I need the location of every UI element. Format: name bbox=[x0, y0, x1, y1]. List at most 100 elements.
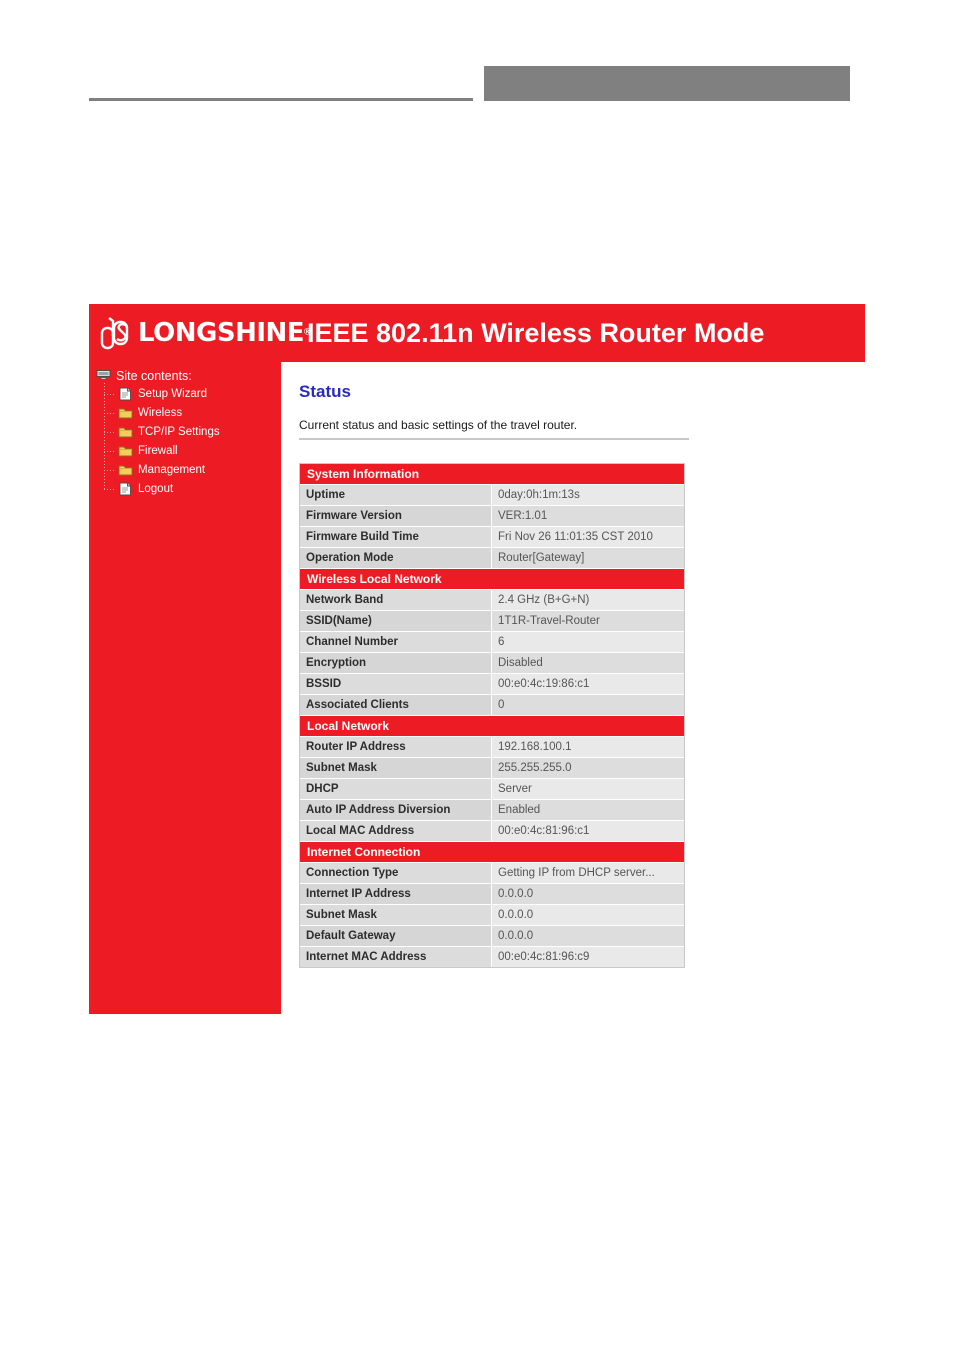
table-row: Network Band 2.4 GHz (B+G+N) bbox=[300, 590, 684, 611]
sidebar-item-label: Wireless bbox=[138, 407, 183, 419]
sidebar-item-setup-wizard[interactable]: Setup Wizard bbox=[104, 385, 281, 403]
table-row: Subnet Mask 0.0.0.0 bbox=[300, 905, 684, 926]
row-value: 0day:0h:1m:13s bbox=[492, 485, 684, 506]
table-row: SSID(Name) 1T1R-Travel-Router bbox=[300, 611, 684, 632]
brand-logo-text: LONGSHINE bbox=[138, 318, 305, 348]
sidebar-item-label: Setup Wizard bbox=[138, 388, 208, 400]
table-row: Channel Number 6 bbox=[300, 632, 684, 653]
table-row: Connection Type Getting IP from DHCP ser… bbox=[300, 863, 684, 884]
row-value: 0.0.0.0 bbox=[492, 905, 684, 926]
status-table: System Information Uptime 0day:0h:1m:13s… bbox=[299, 463, 685, 968]
row-value: 00:e0:4c:19:86:c1 bbox=[492, 674, 684, 695]
row-value: 1T1R-Travel-Router bbox=[492, 611, 684, 632]
sidebar-root-label: Site contents: bbox=[116, 369, 192, 383]
folder-icon bbox=[118, 446, 133, 457]
row-key: Operation Mode bbox=[300, 548, 492, 569]
content-divider bbox=[299, 438, 689, 440]
row-key: Associated Clients bbox=[300, 695, 492, 716]
row-value: Enabled bbox=[492, 800, 684, 821]
table-row: DHCP Server bbox=[300, 779, 684, 800]
sidebar-item-label: Management bbox=[138, 464, 206, 476]
row-key: Subnet Mask bbox=[300, 905, 492, 926]
table-row: Firmware Build Time Fri Nov 26 11:01:35 … bbox=[300, 527, 684, 548]
row-key: Internet IP Address bbox=[300, 884, 492, 905]
sidebar-item-wireless[interactable]: Wireless bbox=[104, 404, 281, 422]
row-value: 6 bbox=[492, 632, 684, 653]
row-value: Router[Gateway] bbox=[492, 548, 684, 569]
section-heading: Wireless Local Network bbox=[300, 569, 684, 590]
row-value: 192.168.100.1 bbox=[492, 737, 684, 758]
table-row: Internet IP Address 0.0.0.0 bbox=[300, 884, 684, 905]
row-value: 0.0.0.0 bbox=[492, 884, 684, 905]
page-header-gray-block bbox=[484, 66, 850, 101]
section-heading: Internet Connection bbox=[300, 842, 684, 863]
folder-icon bbox=[118, 408, 133, 419]
table-row: Firmware Version VER:1.01 bbox=[300, 506, 684, 527]
folder-icon bbox=[118, 427, 133, 438]
computer-icon bbox=[96, 370, 111, 380]
table-row: Subnet Mask 255.255.255.0 bbox=[300, 758, 684, 779]
sidebar-item-logout[interactable]: Logout bbox=[104, 480, 281, 498]
row-key: Network Band bbox=[300, 590, 492, 611]
row-key: Auto IP Address Diversion bbox=[300, 800, 492, 821]
row-key: Router IP Address bbox=[300, 737, 492, 758]
row-key: Firmware Build Time bbox=[300, 527, 492, 548]
sidebar-item-management[interactable]: Management bbox=[104, 461, 281, 479]
row-key: SSID(Name) bbox=[300, 611, 492, 632]
table-section-header: Wireless Local Network bbox=[300, 569, 684, 590]
table-row: Default Gateway 0.0.0.0 bbox=[300, 926, 684, 947]
row-value: 00:e0:4c:81:96:c9 bbox=[492, 947, 684, 967]
section-heading: Local Network bbox=[300, 716, 684, 737]
page-description: Current status and basic settings of the… bbox=[299, 418, 578, 432]
row-key: Connection Type bbox=[300, 863, 492, 884]
row-key: Firmware Version bbox=[300, 506, 492, 527]
page-icon bbox=[119, 387, 131, 401]
row-value: 00:e0:4c:81:96:c1 bbox=[492, 821, 684, 842]
table-row: Router IP Address 192.168.100.1 bbox=[300, 737, 684, 758]
row-value: 0 bbox=[492, 695, 684, 716]
sidebar-item-firewall[interactable]: Firewall bbox=[104, 442, 281, 460]
row-key: Local MAC Address bbox=[300, 821, 492, 842]
row-key: Default Gateway bbox=[300, 926, 492, 947]
sidebar-item-label: Firewall bbox=[138, 445, 178, 457]
table-row: BSSID 00:e0:4c:19:86:c1 bbox=[300, 674, 684, 695]
app-banner: LONGSHINE® IEEE 802.11n Wireless Router … bbox=[89, 304, 865, 362]
table-row: Uptime 0day:0h:1m:13s bbox=[300, 485, 684, 506]
table-row: Operation Mode Router[Gateway] bbox=[300, 548, 684, 569]
row-value: Server bbox=[492, 779, 684, 800]
row-value: 255.255.255.0 bbox=[492, 758, 684, 779]
longshine-logo-icon bbox=[100, 317, 129, 350]
page-header-rule bbox=[89, 98, 473, 101]
brand-logo: LONGSHINE® bbox=[89, 315, 311, 351]
row-value: 2.4 GHz (B+G+N) bbox=[492, 590, 684, 611]
table-section-header: Internet Connection bbox=[300, 842, 684, 863]
table-row: Local MAC Address 00:e0:4c:81:96:c1 bbox=[300, 821, 684, 842]
table-section-header: Local Network bbox=[300, 716, 684, 737]
section-heading: System Information bbox=[300, 464, 684, 485]
main-content: Status Current status and basic settings… bbox=[281, 362, 865, 1014]
row-value: VER:1.01 bbox=[492, 506, 684, 527]
row-value: Fri Nov 26 11:01:35 CST 2010 bbox=[492, 527, 684, 548]
table-row: Auto IP Address Diversion Enabled bbox=[300, 800, 684, 821]
table-row: Associated Clients 0 bbox=[300, 695, 684, 716]
app-title: IEEE 802.11n Wireless Router Mode bbox=[307, 317, 765, 348]
folder-icon bbox=[118, 465, 133, 476]
row-key: BSSID bbox=[300, 674, 492, 695]
row-key: Uptime bbox=[300, 485, 492, 506]
sidebar-navigation: Site contents: Setup Wizard Wireless TCP… bbox=[89, 362, 281, 1014]
row-key: Encryption bbox=[300, 653, 492, 674]
row-key: Internet MAC Address bbox=[300, 947, 492, 967]
row-value: 0.0.0.0 bbox=[492, 926, 684, 947]
table-row: Internet MAC Address 00:e0:4c:81:96:c9 bbox=[300, 947, 684, 967]
ui-body: Site contents: Setup Wizard Wireless TCP… bbox=[89, 362, 865, 1014]
row-value: Getting IP from DHCP server... bbox=[492, 863, 684, 884]
row-key: Channel Number bbox=[300, 632, 492, 653]
sidebar-item-tcpip-settings[interactable]: TCP/IP Settings bbox=[104, 423, 281, 441]
row-value: Disabled bbox=[492, 653, 684, 674]
sidebar-root: Site contents: bbox=[94, 369, 281, 383]
sidebar-item-label: TCP/IP Settings bbox=[138, 426, 220, 438]
row-key: Subnet Mask bbox=[300, 758, 492, 779]
row-key: DHCP bbox=[300, 779, 492, 800]
sidebar-item-label: Logout bbox=[138, 483, 174, 495]
router-web-ui: LONGSHINE® IEEE 802.11n Wireless Router … bbox=[89, 304, 865, 1014]
